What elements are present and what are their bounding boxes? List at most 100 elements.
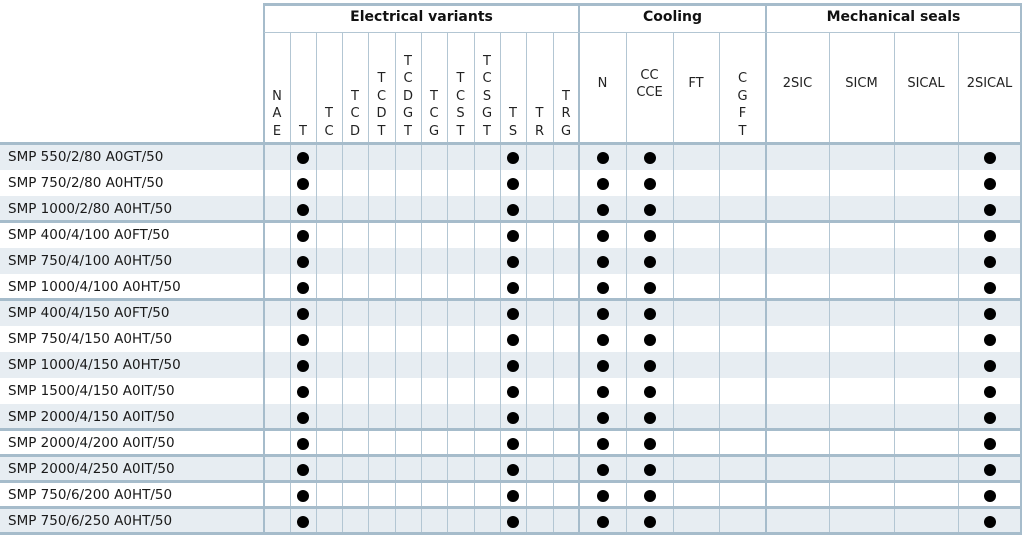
column-divider: [500, 32, 501, 534]
column-header-char: N: [272, 88, 282, 104]
column-header-char: T: [299, 123, 307, 139]
model-name: SMP 2000/4/150 A0IT/50: [8, 409, 175, 425]
availability-dot-icon: [507, 412, 519, 424]
availability-dot-icon: [507, 256, 519, 268]
model-name: SMP 750/4/100 A0HT/50: [8, 253, 173, 269]
availability-dot-icon: [643, 204, 656, 216]
column-header-n: N: [579, 34, 626, 142]
column-divider: [553, 32, 554, 534]
availability-dot-icon: [596, 204, 609, 216]
model-name: SMP 2000/4/250 A0IT/50: [8, 461, 175, 477]
availability-dot-icon: [297, 386, 309, 398]
column-header-char: 2SIC: [782, 76, 813, 92]
availability-dot-icon: [297, 282, 309, 294]
row-divider: [0, 325, 1022, 326]
column-header-char: G: [737, 88, 748, 104]
column-header-tcd: TCD: [342, 34, 368, 142]
availability-dot-icon: [596, 282, 609, 294]
row-group-divider: [0, 480, 1022, 483]
model-name: SMP 2000/4/200 A0IT/50: [8, 435, 175, 451]
row-divider: [0, 169, 1022, 170]
column-header-char: C: [403, 71, 413, 87]
header-top-border: [263, 3, 1022, 6]
availability-dot-icon: [297, 360, 309, 372]
model-name: SMP 550/2/80 A0GT/50: [8, 149, 164, 165]
availability-dot-icon: [507, 230, 519, 242]
availability-dot-icon: [643, 360, 656, 372]
column-header-char: T: [377, 71, 386, 87]
availability-dot-icon: [297, 334, 309, 346]
availability-dot-icon: [507, 308, 519, 320]
availability-dot-icon: [596, 256, 609, 268]
column-header-char: C: [737, 71, 748, 87]
availability-dot-icon: [643, 256, 656, 268]
column-header-tcsgt: TCSGT: [474, 34, 500, 142]
row-group-divider: [0, 532, 1022, 535]
column-header-char: D: [349, 123, 360, 139]
model-name: SMP 400/4/150 A0FT/50: [8, 305, 170, 321]
row-group-divider: [0, 298, 1022, 301]
availability-dot-icon: [643, 230, 656, 242]
column-header-char: S: [482, 88, 492, 104]
column-header-char: N: [597, 76, 608, 92]
column-divider: [829, 32, 830, 534]
row-divider: [0, 195, 1022, 196]
availability-dot-icon: [983, 412, 996, 424]
column-divider: [421, 32, 422, 534]
group-header-cooling: Cooling: [642, 9, 703, 25]
column-header-trg: TRG: [553, 34, 579, 142]
column-header-tcg: TCG: [421, 34, 447, 142]
row-divider: [0, 377, 1022, 378]
column-header-t: T: [290, 34, 316, 142]
availability-dot-icon: [643, 412, 656, 424]
availability-dot-icon: [596, 386, 609, 398]
model-name: SMP 1000/4/100 A0HT/50: [8, 279, 181, 295]
column-divider: [526, 32, 527, 534]
model-name: SMP 750/2/80 A0HT/50: [8, 175, 164, 191]
model-name: SMP 750/4/150 A0HT/50: [8, 331, 173, 347]
column-header-sical: SICAL: [894, 34, 958, 142]
availability-dot-icon: [643, 386, 656, 398]
availability-dot-icon: [643, 178, 656, 190]
column-header-char: T: [738, 123, 747, 139]
column-header-char: A: [272, 106, 282, 122]
column-header-tcst: TCST: [447, 34, 474, 142]
column-header-char: G: [428, 123, 440, 139]
availability-dot-icon: [596, 360, 609, 372]
availability-dot-icon: [596, 230, 609, 242]
row-divider: [0, 351, 1022, 352]
availability-dot-icon: [297, 256, 309, 268]
column-header-char: G: [560, 123, 572, 139]
column-divider: [368, 32, 369, 534]
column-divider: [719, 32, 720, 534]
row-group-divider: [0, 454, 1022, 457]
availability-dot-icon: [507, 282, 519, 294]
column-divider: [316, 32, 317, 534]
availability-dot-icon: [596, 516, 609, 528]
column-header-char: G: [402, 106, 414, 122]
column-header-char: C: [350, 106, 360, 122]
column-header-char: C: [324, 123, 334, 139]
availability-dot-icon: [596, 178, 609, 190]
availability-dot-icon: [596, 490, 609, 502]
model-name: SMP 750/6/250 A0HT/50: [8, 513, 173, 529]
availability-dot-icon: [983, 204, 996, 216]
column-header-char: T: [351, 88, 359, 104]
column-header-char: CCE: [636, 85, 663, 100]
availability-dot-icon: [507, 490, 519, 502]
column-divider: [290, 32, 291, 534]
availability-dot-icon: [983, 178, 996, 190]
column-header-char: T: [404, 123, 412, 139]
column-header-tc: TC: [316, 34, 342, 142]
availability-dot-icon: [507, 334, 519, 346]
column-header-char: C: [482, 71, 492, 87]
column-header-2sic: 2SIC: [766, 34, 829, 142]
availability-dot-icon: [983, 282, 996, 294]
column-divider: [958, 32, 959, 534]
availability-dot-icon: [983, 152, 996, 164]
availability-dot-icon: [983, 386, 996, 398]
availability-dot-icon: [297, 490, 309, 502]
model-name: SMP 1000/4/150 A0HT/50: [8, 357, 181, 373]
column-header-2sical: 2SICAL: [958, 34, 1021, 142]
availability-dot-icon: [507, 464, 519, 476]
